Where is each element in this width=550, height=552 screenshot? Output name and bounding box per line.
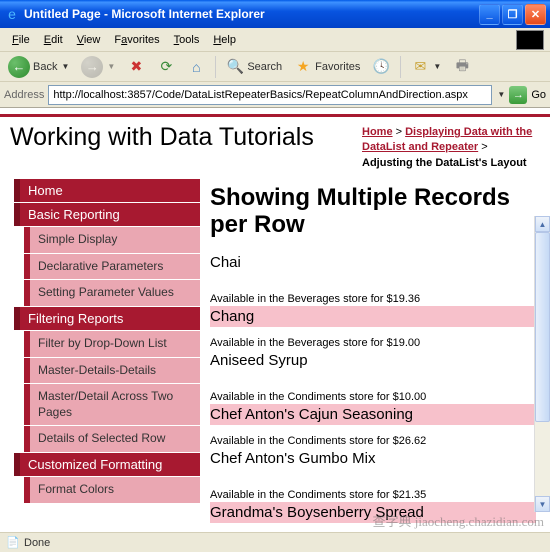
statusbar: 📄 Done bbox=[0, 532, 550, 552]
breadcrumb: Home > Displaying Data with the DataList… bbox=[362, 123, 540, 171]
addressbar: Address http://localhost:3857/Code/DataL… bbox=[0, 82, 550, 108]
product-avail: Available in the Condiments store for $2… bbox=[210, 489, 536, 501]
top-divider bbox=[0, 114, 550, 117]
favorites-button[interactable]: ★Favorites bbox=[290, 56, 364, 78]
window-title: Untitled Page - Microsoft Internet Explo… bbox=[24, 7, 479, 21]
go-label: Go bbox=[531, 89, 546, 101]
history-icon: 🕓 bbox=[372, 58, 390, 76]
menubar: File Edit View Favorites Tools Help bbox=[0, 28, 550, 52]
forward-button[interactable]: →▼ bbox=[77, 54, 119, 80]
sidebar-item-master-detail-across[interactable]: Master/Detail Across Two Pages bbox=[24, 384, 200, 425]
sidebar-item-format-colors[interactable]: Format Colors bbox=[24, 477, 200, 503]
search-icon: 🔍 bbox=[226, 58, 244, 76]
address-input[interactable]: http://localhost:3857/Code/DataListRepea… bbox=[48, 85, 492, 105]
sidebar: Home Basic Reporting Simple Display Decl… bbox=[0, 179, 200, 532]
sidebar-item-home[interactable]: Home bbox=[14, 179, 200, 202]
windows-logo bbox=[516, 30, 544, 50]
address-label: Address bbox=[4, 89, 44, 101]
home-button[interactable]: ⌂ bbox=[183, 56, 209, 78]
sidebar-item-details-selected[interactable]: Details of Selected Row bbox=[24, 426, 200, 452]
scroll-thumb[interactable] bbox=[535, 232, 550, 422]
back-button[interactable]: ←Back▼ bbox=[4, 54, 73, 80]
content-heading: Showing Multiple Records per Row bbox=[210, 185, 536, 238]
toolbar: ←Back▼ →▼ ✖ ⟳ ⌂ 🔍Search ★Favorites 🕓 ✉▼ … bbox=[0, 52, 550, 82]
product-name: Chef Anton's Gumbo Mix bbox=[210, 448, 536, 469]
sidebar-item-declarative-params[interactable]: Declarative Parameters bbox=[24, 254, 200, 280]
document-icon: 📄 bbox=[6, 536, 20, 550]
forward-icon: → bbox=[81, 56, 103, 78]
status-text: Done bbox=[24, 537, 50, 549]
product-name: Chai bbox=[210, 252, 536, 273]
page-content: Working with Data Tutorials Home > Displ… bbox=[0, 108, 550, 532]
sidebar-item-filtering-reports[interactable]: Filtering Reports bbox=[14, 307, 200, 330]
titlebar: e Untitled Page - Microsoft Internet Exp… bbox=[0, 0, 550, 28]
main-body: Showing Multiple Records per Row Chai Av… bbox=[200, 179, 550, 532]
menu-view[interactable]: View bbox=[71, 32, 107, 48]
scrollbar[interactable]: ▲ ▼ bbox=[534, 216, 550, 512]
product-name: Chang bbox=[210, 306, 536, 327]
print-button[interactable]: 🖶 bbox=[449, 56, 475, 78]
history-button[interactable]: 🕓 bbox=[368, 56, 394, 78]
back-icon: ← bbox=[8, 56, 30, 78]
breadcrumb-home[interactable]: Home bbox=[362, 126, 393, 138]
star-icon: ★ bbox=[294, 58, 312, 76]
sidebar-item-filter-dropdown[interactable]: Filter by Drop-Down List bbox=[24, 331, 200, 357]
product-name: Aniseed Syrup bbox=[210, 350, 536, 371]
stop-icon: ✖ bbox=[127, 58, 145, 76]
home-icon: ⌂ bbox=[187, 58, 205, 76]
address-dropdown[interactable]: ▼ bbox=[497, 90, 505, 99]
page-title: Working with Data Tutorials bbox=[10, 123, 362, 171]
menu-help[interactable]: Help bbox=[207, 32, 242, 48]
menu-tools[interactable]: Tools bbox=[168, 32, 206, 48]
product-avail: Available in the Beverages store for $19… bbox=[210, 293, 536, 305]
menu-favorites[interactable]: Favorites bbox=[108, 32, 165, 48]
sidebar-item-setting-params[interactable]: Setting Parameter Values bbox=[24, 280, 200, 306]
window-controls: _ ❐ ✕ bbox=[479, 4, 546, 25]
ie-icon: e bbox=[4, 6, 20, 22]
menu-edit[interactable]: Edit bbox=[38, 32, 69, 48]
refresh-icon: ⟳ bbox=[157, 58, 175, 76]
product-avail: Available in the Condiments store for $1… bbox=[210, 391, 536, 403]
go-button[interactable]: → bbox=[509, 86, 527, 104]
breadcrumb-current: Adjusting the DataList's Layout bbox=[362, 157, 527, 169]
scroll-down-button[interactable]: ▼ bbox=[535, 496, 550, 512]
close-button[interactable]: ✕ bbox=[525, 4, 546, 25]
watermark: 查字典 jiaocheng.chazidian.com bbox=[373, 511, 544, 530]
product-avail: Available in the Condiments store for $2… bbox=[210, 435, 536, 447]
sidebar-item-simple-display[interactable]: Simple Display bbox=[24, 227, 200, 253]
sidebar-item-basic-reporting[interactable]: Basic Reporting bbox=[14, 203, 200, 226]
maximize-button[interactable]: ❐ bbox=[502, 4, 523, 25]
sidebar-item-custom-formatting[interactable]: Customized Formatting bbox=[14, 453, 200, 476]
product-avail: Available in the Beverages store for $19… bbox=[210, 337, 536, 349]
print-icon: 🖶 bbox=[453, 58, 471, 76]
sidebar-item-master-details[interactable]: Master-Details-Details bbox=[24, 358, 200, 384]
minimize-button[interactable]: _ bbox=[479, 4, 500, 25]
product-name: Chef Anton's Cajun Seasoning bbox=[210, 404, 536, 425]
search-button[interactable]: 🔍Search bbox=[222, 56, 286, 78]
mail-icon: ✉ bbox=[411, 58, 429, 76]
refresh-button[interactable]: ⟳ bbox=[153, 56, 179, 78]
scroll-up-button[interactable]: ▲ bbox=[535, 216, 550, 232]
menu-file[interactable]: File bbox=[6, 32, 36, 48]
stop-button[interactable]: ✖ bbox=[123, 56, 149, 78]
mail-button[interactable]: ✉▼ bbox=[407, 56, 445, 78]
